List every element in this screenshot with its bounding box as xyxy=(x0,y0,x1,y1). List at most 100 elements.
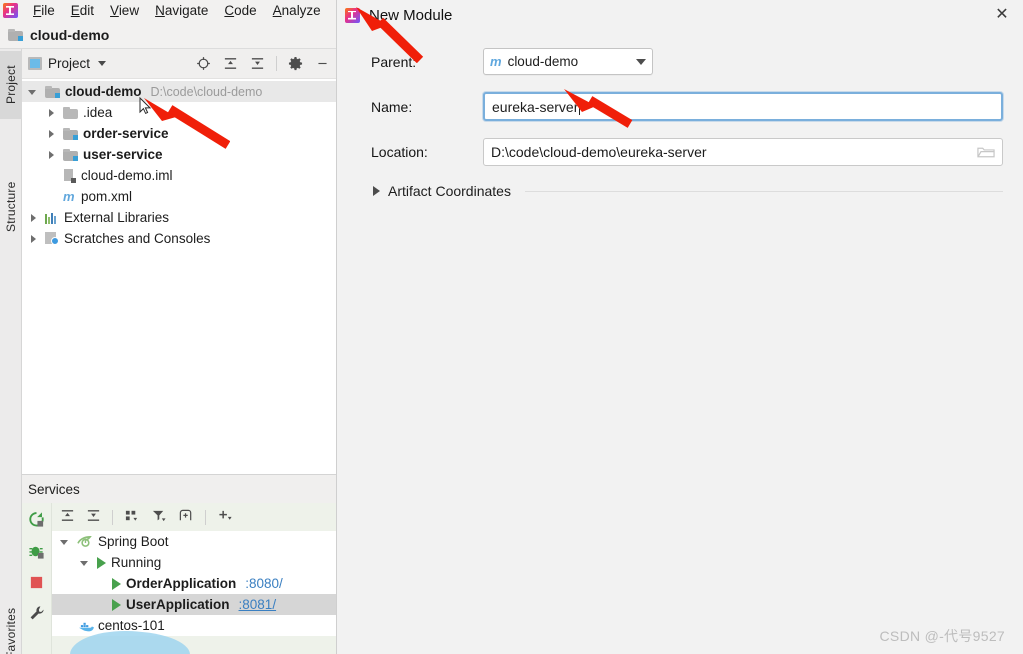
sidebar-item-project[interactable]: Project xyxy=(0,51,22,119)
page-title: cloud-demo xyxy=(30,26,110,43)
expand-all-icon[interactable] xyxy=(60,508,75,526)
iml-file-icon xyxy=(63,168,76,183)
menu-mnemonic: N xyxy=(155,3,165,18)
libraries-icon xyxy=(45,212,59,224)
tree-item-label: cloud-demo xyxy=(65,84,142,99)
tree-row-idea[interactable]: .idea xyxy=(22,102,339,123)
expand-all-icon[interactable] xyxy=(222,55,239,72)
chevron-down-icon[interactable] xyxy=(98,61,107,66)
tree-row-pom-xml[interactable]: m pom.xml xyxy=(22,186,339,207)
tree-row-user-service[interactable]: user-service xyxy=(22,144,339,165)
chevron-down-icon[interactable] xyxy=(636,58,646,65)
menu-label: nalyze xyxy=(281,3,321,18)
chevron-down-icon[interactable] xyxy=(58,535,72,549)
module-folder-icon xyxy=(8,28,23,41)
spring-boot-icon xyxy=(77,535,93,548)
intellij-idea-logo-icon xyxy=(345,7,360,23)
project-window-title[interactable]: Project xyxy=(28,56,107,71)
settings-wrench-icon[interactable] xyxy=(29,605,45,624)
services-item-label: Spring Boot xyxy=(98,534,169,549)
intellij-idea-logo-icon xyxy=(3,3,18,18)
collapse-all-icon[interactable] xyxy=(86,508,101,526)
menu-label: iew xyxy=(118,3,140,18)
stop-icon[interactable] xyxy=(29,575,44,593)
services-item-label: Running xyxy=(111,555,162,570)
artifact-coordinates-label: Artifact Coordinates xyxy=(388,183,511,199)
services-row-centos-101[interactable]: centos-101 xyxy=(52,615,339,636)
parent-field-row: Parent: m cloud-demo xyxy=(371,48,1003,75)
tree-row-external-libraries[interactable]: External Libraries xyxy=(22,207,339,228)
chevron-right-icon[interactable] xyxy=(26,211,40,225)
text-caret xyxy=(579,98,581,115)
services-side-toolbar xyxy=(22,503,52,654)
services-row-user-application[interactable]: UserApplication :8081/ xyxy=(52,594,339,615)
name-input-value: eureka-server xyxy=(492,98,579,115)
chevron-right-icon[interactable] xyxy=(44,148,58,162)
section-divider xyxy=(524,190,1003,192)
toolbar-divider xyxy=(276,56,277,71)
locate-icon[interactable] xyxy=(195,55,212,72)
filter-icon[interactable] xyxy=(151,508,167,526)
group-by-icon[interactable] xyxy=(124,508,140,526)
gear-icon[interactable] xyxy=(287,55,304,72)
menu-item-navigate[interactable]: Navigate xyxy=(147,2,216,19)
module-folder-icon xyxy=(63,127,78,140)
name-field-row: Name: eureka-server xyxy=(371,92,1003,121)
chevron-right-icon[interactable] xyxy=(44,127,58,141)
tree-row-cloud-demo[interactable]: cloud-demo D:\code\cloud-demo xyxy=(22,81,339,102)
tree-row-scratches-and-consoles[interactable]: Scratches and Consoles xyxy=(22,228,339,249)
chevron-right-icon[interactable] xyxy=(26,232,40,246)
project-window-title-label: Project xyxy=(48,56,91,71)
menu-item-view[interactable]: View xyxy=(102,2,147,19)
tree-row-cloud-demo-iml[interactable]: cloud-demo.iml xyxy=(22,165,339,186)
dialog-title: New Module xyxy=(369,6,453,24)
new-module-dialog: New Module ✕ Parent: m cloud-demo Name: … xyxy=(336,0,1023,654)
menu-label: avigate xyxy=(164,3,209,18)
menu-item-code[interactable]: Code xyxy=(216,2,264,19)
add-icon[interactable] xyxy=(217,508,234,526)
menu-item-file[interactable]: File xyxy=(25,2,63,19)
services-item-port[interactable]: :8080/ xyxy=(245,576,283,591)
services-row-running[interactable]: Running xyxy=(52,552,339,573)
services-row-order-application[interactable]: OrderApplication :8080/ xyxy=(52,573,339,594)
parent-select[interactable]: m cloud-demo xyxy=(483,48,653,75)
docker-icon xyxy=(78,620,94,632)
project-tree: cloud-demo D:\code\cloud-demo .idea orde… xyxy=(22,79,339,249)
name-label: Name: xyxy=(371,98,413,115)
tree-item-label: order-service xyxy=(83,126,169,141)
maven-module-icon: m xyxy=(490,54,502,69)
menu-mnemonic: A xyxy=(272,3,282,18)
debug-icon[interactable] xyxy=(28,543,45,563)
add-tab-icon[interactable] xyxy=(178,508,194,526)
dialog-header: New Module ✕ xyxy=(337,0,1023,30)
chevron-right-icon[interactable] xyxy=(373,186,380,196)
close-icon[interactable]: ✕ xyxy=(993,6,1011,24)
maven-file-icon: m xyxy=(63,189,75,204)
project-window-header: Project xyxy=(22,49,339,79)
location-input[interactable]: D:\code\cloud-demo\eureka-server xyxy=(483,138,1003,166)
artifact-coordinates-section[interactable]: Artifact Coordinates xyxy=(371,183,1003,199)
chevron-right-icon[interactable] xyxy=(44,106,58,120)
services-title[interactable]: Services xyxy=(22,475,339,503)
sidebar-item-structure[interactable]: Structure xyxy=(0,167,22,247)
menu-item-analyze[interactable]: Analyze xyxy=(265,2,329,19)
left-tool-strip: Project Structure Favorites xyxy=(0,49,22,654)
menu-mnemonic: F xyxy=(33,3,42,18)
minimize-icon[interactable] xyxy=(314,55,331,72)
services-row-spring-boot[interactable]: Spring Boot xyxy=(52,531,339,552)
tree-row-order-service[interactable]: order-service xyxy=(22,123,339,144)
chevron-down-icon[interactable] xyxy=(78,556,92,570)
project-title-bar: cloud-demo xyxy=(0,21,340,49)
rerun-icon[interactable] xyxy=(28,511,45,531)
tool-tab-label: Favorites xyxy=(4,607,18,654)
chevron-down-icon[interactable] xyxy=(26,85,40,99)
services-tree: Spring Boot Running OrderApplication :80… xyxy=(52,531,339,654)
menu-item-edit[interactable]: Edit xyxy=(63,2,102,19)
services-item-port[interactable]: :8081/ xyxy=(239,597,277,612)
name-input[interactable]: eureka-server xyxy=(483,92,1003,121)
tree-item-path: D:\code\cloud-demo xyxy=(150,84,263,99)
sidebar-item-favorites[interactable]: Favorites xyxy=(0,594,22,654)
collapse-all-icon[interactable] xyxy=(249,55,266,72)
folder-browse-icon[interactable] xyxy=(977,145,995,160)
